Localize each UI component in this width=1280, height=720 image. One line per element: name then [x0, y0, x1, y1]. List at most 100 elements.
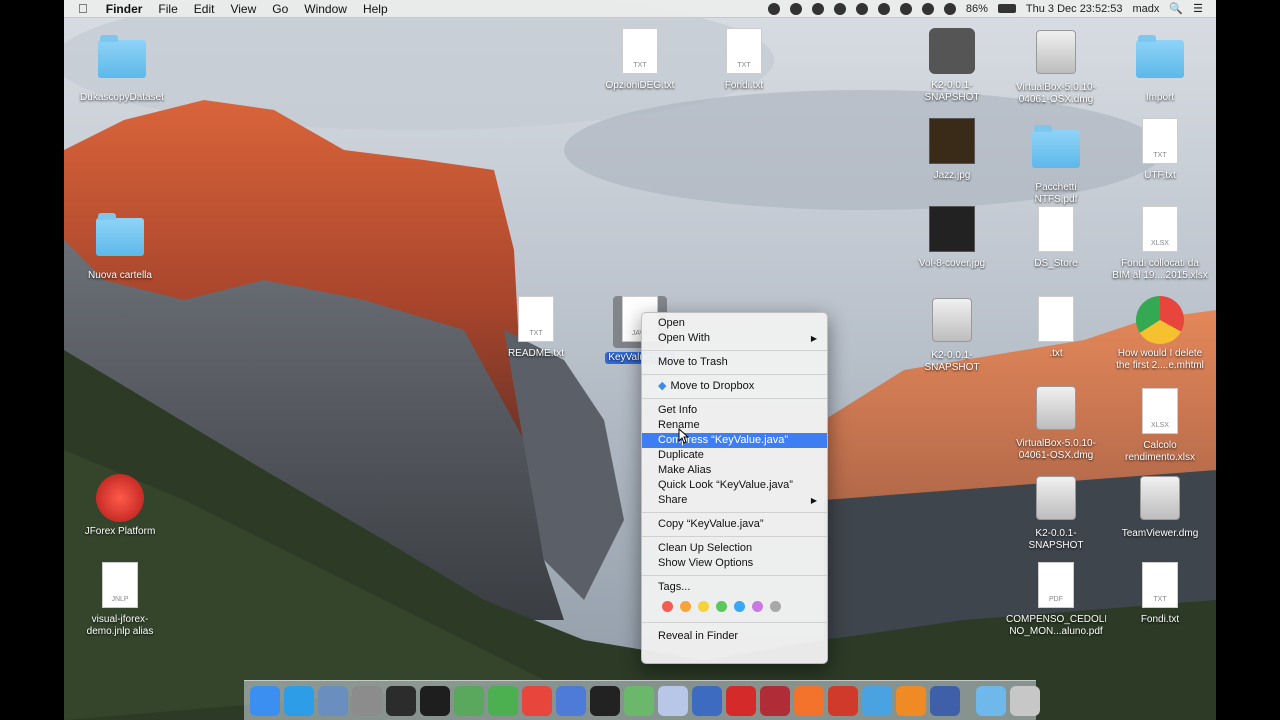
- desktop-icon[interactable]: COMPENSO_CEDOLI NO_MON...aluno.pdf: [1006, 562, 1106, 638]
- jforex-icon[interactable]: [726, 685, 756, 716]
- db-icon[interactable]: [828, 685, 858, 716]
- text-file-icon: [726, 28, 762, 74]
- desktop-icon[interactable]: K2-0.0.1- SNAPSHOT: [902, 296, 1002, 374]
- desktop-icon[interactable]: Import: [1110, 32, 1210, 104]
- intellij-icon[interactable]: [590, 685, 620, 716]
- menu-separator: [642, 536, 827, 537]
- virtualbox-icon[interactable]: [658, 685, 688, 716]
- desktop-icon[interactable]: Fondi.txt: [1110, 562, 1210, 626]
- menu-item-get-info[interactable]: Get Info: [642, 403, 827, 418]
- trash-icon[interactable]: [1010, 685, 1040, 716]
- menu-item-rename[interactable]: Rename: [642, 418, 827, 433]
- menu-go[interactable]: Go: [264, 0, 296, 18]
- android-studio-icon[interactable]: [454, 685, 484, 716]
- system-preferences-icon[interactable]: [352, 685, 382, 716]
- desktop-icon[interactable]: .txt: [1006, 296, 1106, 360]
- vlc-icon[interactable]: [896, 685, 926, 716]
- desktop-icon[interactable]: DukascopyDataset: [72, 32, 172, 104]
- desktop-icon[interactable]: VirtualBox-5.0.10- 04061-OSX.dmg: [1006, 28, 1106, 106]
- menu-item-move-to-dropbox[interactable]: ◆ Move to Dropbox: [642, 379, 827, 394]
- pdf-file-icon: [1038, 562, 1074, 608]
- menubar-user[interactable]: madx: [1128, 0, 1165, 18]
- menu-file[interactable]: File: [150, 0, 185, 18]
- itunes-icon[interactable]: [760, 685, 790, 716]
- desktop-icon[interactable]: Jazz.jpg: [902, 118, 1002, 182]
- battery-icon[interactable]: [997, 4, 1016, 13]
- desktop-icon[interactable]: TeamViewer.dmg: [1110, 474, 1210, 540]
- desktop-icon[interactable]: visual-jforex- demo.jnlp alias: [70, 562, 170, 638]
- menu-item-compress[interactable]: Compress “KeyValue.java”: [642, 433, 827, 448]
- menu-item-reveal-in-finder[interactable]: Reveal in Finder: [642, 629, 827, 644]
- finder-icon[interactable]: [250, 685, 280, 716]
- desktop-icon[interactable]: VirtualBox-5.0.10- 04061-OSX.dmg: [1006, 384, 1106, 462]
- desktop-icon[interactable]: JForex Platform: [70, 474, 170, 538]
- desktop-icon[interactable]: Nuova cartella: [70, 210, 170, 282]
- brave-icon[interactable]: [794, 685, 824, 716]
- tag-color-dot[interactable]: [752, 601, 763, 612]
- menubar-clock[interactable]: Thu 3 Dec 23:52:53: [1021, 0, 1128, 18]
- menu-item-show-view-options[interactable]: Show View Options: [642, 556, 827, 571]
- menu-view[interactable]: View: [222, 0, 264, 18]
- safari-icon[interactable]: [284, 685, 314, 716]
- menu-item-share[interactable]: Share ▶: [642, 493, 827, 508]
- desktop-icon-label: VirtualBox-5.0.10- 04061-OSX.dmg: [1016, 438, 1096, 461]
- tag-color-dot[interactable]: [770, 601, 781, 612]
- desktop-icon[interactable]: How would I delete the first 2....e.mhtm…: [1110, 296, 1210, 372]
- tag-color-dot[interactable]: [680, 601, 691, 612]
- dropbox-status-icon[interactable]: [811, 2, 824, 15]
- brackets-icon[interactable]: [930, 685, 960, 716]
- bluetooth-icon[interactable]: [899, 2, 912, 15]
- desktop-icon[interactable]: Fondi.txt: [694, 28, 794, 92]
- desktop-icon[interactable]: Calcolo rendimento.xlsx: [1110, 388, 1210, 464]
- leaf-app-icon[interactable]: [488, 685, 518, 716]
- menu-item-open-with[interactable]: Open With ▶: [642, 331, 827, 346]
- tag-color-dot[interactable]: [716, 601, 727, 612]
- headphones-icon[interactable]: [855, 2, 868, 15]
- menu-item-tags[interactable]: Tags...: [642, 580, 827, 595]
- menu-item-open[interactable]: Open: [642, 316, 827, 331]
- menu-item-make-alias[interactable]: Make Alias: [642, 463, 827, 478]
- menu-item-copy[interactable]: Copy “KeyValue.java”: [642, 517, 827, 532]
- menu-item-clean-up-selection[interactable]: Clean Up Selection: [642, 541, 827, 556]
- activity-monitor-icon[interactable]: [386, 685, 416, 716]
- desktop-icon[interactable]: OpzioniDEG.txt: [590, 28, 690, 92]
- desktop-icon-label: Fondi collocati da BIM al 19....2015.xls…: [1112, 258, 1208, 281]
- network-icon[interactable]: [624, 685, 654, 716]
- menu-item-duplicate[interactable]: Duplicate: [642, 448, 827, 463]
- battery-percent[interactable]: 86%: [961, 0, 993, 18]
- wifi-icon[interactable]: [921, 2, 934, 15]
- desktop-icon[interactable]: README.txt: [486, 296, 586, 360]
- notification-bell-icon[interactable]: [789, 2, 802, 15]
- menu-window[interactable]: Window: [296, 0, 355, 18]
- preview-icon[interactable]: [318, 685, 348, 716]
- desktop-icon[interactable]: K2-0.0.1- SNAPSHOT: [1006, 474, 1106, 552]
- menu-edit[interactable]: Edit: [186, 0, 223, 18]
- xcode-icon[interactable]: [862, 685, 892, 716]
- desktop-icon[interactable]: DS_Store: [1006, 206, 1106, 270]
- xcode-editor-icon[interactable]: [556, 685, 586, 716]
- menu-item-quick-look[interactable]: Quick Look “KeyValue.java”: [642, 478, 827, 493]
- cube-app-icon[interactable]: [692, 685, 722, 716]
- apple-menu-icon[interactable]: : [64, 0, 98, 18]
- spotlight-search-icon[interactable]: 🔍: [1164, 0, 1188, 18]
- menu-app-finder[interactable]: Finder: [98, 0, 151, 18]
- desktop-icon[interactable]: K2-0.0.1- SNAPSHOT: [902, 28, 1002, 104]
- chrome-icon[interactable]: [522, 685, 552, 716]
- time-machine-icon[interactable]: [877, 2, 890, 15]
- downloads-folder-icon[interactable]: [976, 685, 1006, 716]
- notification-center-icon[interactable]: ☰: [1188, 0, 1208, 18]
- volume-icon[interactable]: [943, 2, 956, 15]
- desktop-icon[interactable]: Pacchetti NTFS.pdf: [1006, 122, 1106, 206]
- status-skype-icon[interactable]: [767, 2, 780, 15]
- menu-help[interactable]: Help: [355, 0, 396, 18]
- tag-color-dot[interactable]: [662, 601, 673, 612]
- terminal-icon[interactable]: [420, 685, 450, 716]
- desktop-icon[interactable]: Fondi collocati da BIM al 19....2015.xls…: [1110, 206, 1210, 282]
- submenu-arrow-icon: ▶: [810, 334, 817, 343]
- tag-color-dot[interactable]: [698, 601, 709, 612]
- desktop-icon[interactable]: Vol-8-cover.jpg: [902, 206, 1002, 270]
- tag-color-dot[interactable]: [734, 601, 745, 612]
- menu-item-move-to-trash[interactable]: Move to Trash: [642, 355, 827, 370]
- status-app-icon[interactable]: [833, 2, 846, 15]
- desktop-icon[interactable]: UTF.txt: [1110, 118, 1210, 182]
